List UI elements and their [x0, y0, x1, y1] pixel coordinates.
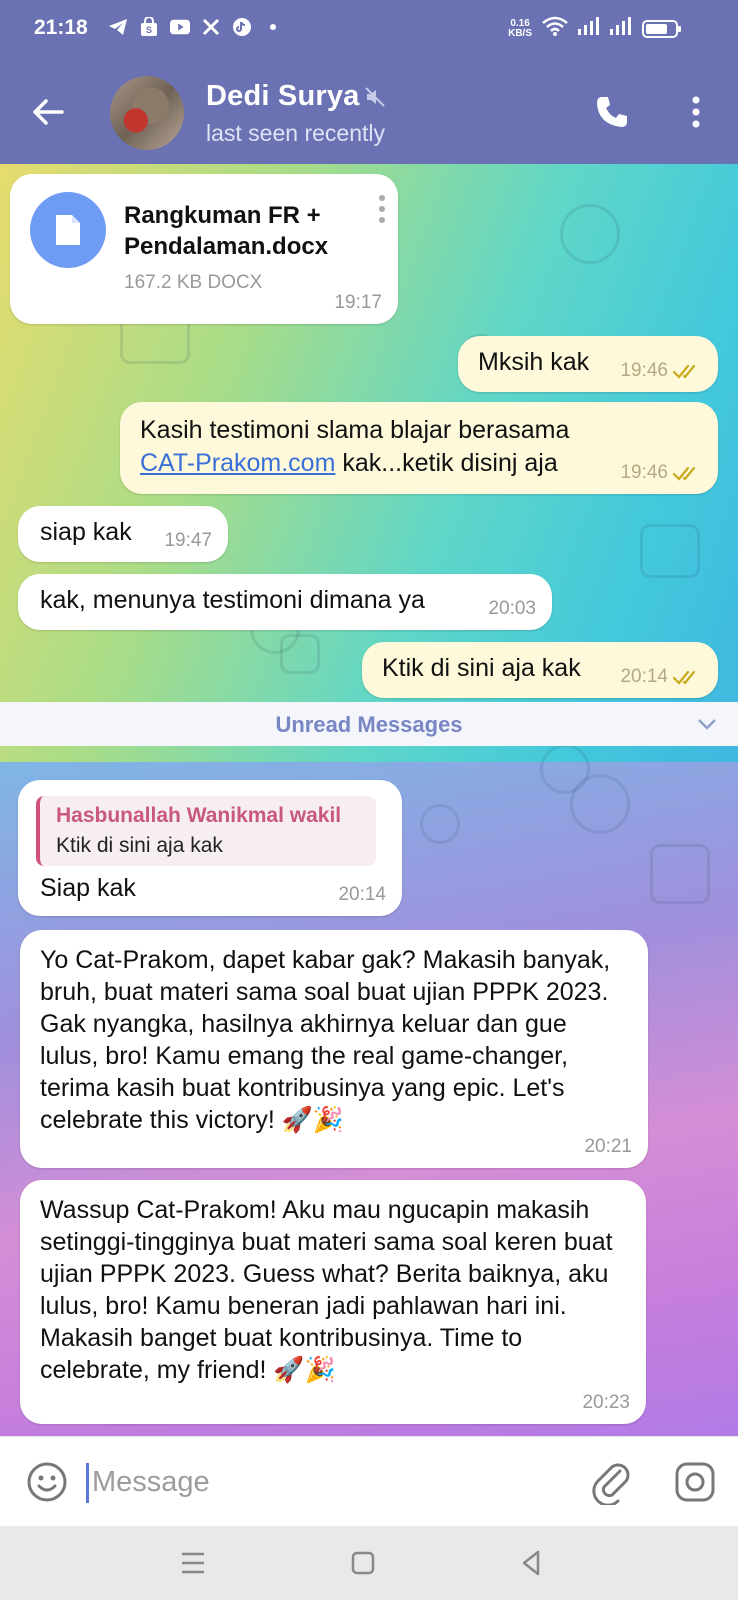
status-time: 21:18 [34, 16, 88, 39]
outgoing-message-bubble[interactable]: Kasih testimoni slama blajar berasama CA… [120, 402, 718, 494]
message-text: siap kak [40, 518, 132, 546]
background-doodle [420, 804, 460, 844]
network-speed-unit: KB/S [508, 27, 532, 39]
more-notifications-dot-icon [263, 17, 283, 37]
message-meta: 19:17 [334, 292, 382, 314]
back-nav-icon[interactable] [512, 1544, 550, 1582]
document-file-icon[interactable] [30, 192, 106, 268]
quoted-text: Ktik di sini aja kak [56, 834, 223, 857]
incoming-message-bubble[interactable]: siap kak 19:47 [18, 506, 228, 562]
message-meta: 19:46 [620, 462, 702, 484]
network-speed: 0.16 KB/S [508, 17, 532, 39]
back-arrow-icon[interactable] [28, 92, 68, 132]
message-time: 19:47 [164, 530, 212, 551]
file-name-line-1: Rangkuman FR + [124, 202, 321, 229]
message-time: 20:14 [338, 884, 386, 905]
incoming-message-bubble[interactable]: kak, menunya testimoni dimana ya 20:03 [18, 574, 552, 630]
youtube-icon [170, 17, 190, 37]
incoming-message-bubble[interactable]: Yo Cat-Prakom, dapet kabar gak? Makasih … [20, 930, 648, 1168]
background-doodle [280, 634, 320, 674]
wifi-icon [542, 16, 568, 41]
background-doodle [650, 844, 710, 904]
contact-last-seen: last seen recently [206, 120, 385, 146]
message-input-bar [0, 1436, 738, 1526]
signal-2-icon [610, 17, 632, 40]
message-line-1: Kasih testimoni slama blajar berasama [140, 416, 570, 444]
message-time: 19:46 [620, 462, 668, 483]
notification-icons: S [108, 17, 283, 37]
message-meta: 20:14 [620, 666, 702, 688]
recent-apps-icon[interactable] [174, 1544, 212, 1582]
phone-call-icon[interactable] [594, 94, 630, 130]
read-receipt-icon [672, 670, 696, 685]
read-receipt-icon [672, 364, 696, 379]
file-size: 167.2 KB DOCX [124, 272, 263, 293]
background-doodle [640, 524, 700, 578]
shop-bag-icon: S [139, 17, 159, 37]
outgoing-message-bubble[interactable]: Mksih kak 19:46 [458, 336, 718, 392]
website-link[interactable]: CAT-Prakom.com [140, 449, 335, 477]
text-cursor [86, 1463, 89, 1503]
telegram-icon [108, 17, 128, 37]
svg-text:S: S [146, 25, 152, 35]
message-time: 20:03 [488, 598, 536, 619]
more-options-icon[interactable] [684, 94, 708, 130]
message-text: kak, menunya testimoni dimana ya [40, 586, 425, 614]
message-text: Yo Cat-Prakom, dapet kabar gak? Makasih … [40, 946, 611, 1134]
chevron-down-icon[interactable] [696, 714, 718, 734]
system-status-icons: 0.16 KB/S [508, 16, 681, 41]
home-icon[interactable] [344, 1544, 382, 1582]
file-name[interactable]: Rangkuman FR + Pendalaman.docx [124, 200, 364, 262]
x-icon [201, 17, 221, 37]
read-receipt-icon [672, 466, 696, 481]
message-time: 20:23 [582, 1392, 630, 1413]
signal-1-icon [578, 17, 600, 40]
file-menu-icon[interactable] [378, 194, 386, 224]
camera-icon[interactable] [674, 1461, 716, 1503]
quoted-sender-name: Hasbunallah Wanikmal wakil [56, 804, 342, 827]
battery-icon [642, 19, 681, 38]
message-text: Mksih kak [478, 348, 590, 376]
background-doodle [570, 774, 630, 834]
message-time: 20:21 [584, 1136, 632, 1157]
message-time: 19:17 [334, 292, 382, 313]
system-navigation-bar [0, 1526, 738, 1600]
incoming-message-bubble[interactable]: Wassup Cat-Prakom! Aku mau ngucapin maka… [20, 1180, 646, 1424]
muted-icon [365, 87, 385, 107]
message-text: Wassup Cat-Prakom! Aku mau ngucapin maka… [40, 1196, 613, 1384]
background-doodle [560, 204, 620, 264]
message-time: 19:46 [620, 360, 668, 381]
status-bar: 21:18 S 0.16 KB/S [0, 0, 738, 56]
quoted-reply[interactable]: Hasbunallah Wanikmal wakil Ktik di sini … [36, 796, 376, 866]
tiktok-icon [232, 17, 252, 37]
message-text: Siap kak [40, 874, 136, 902]
contact-name[interactable]: Dedi Surya [206, 80, 360, 113]
message-meta: 19:47 [164, 530, 212, 552]
message-meta: 19:46 [620, 360, 702, 382]
battery-fill [646, 23, 667, 34]
message-meta: 20:23 [582, 1392, 630, 1414]
network-speed-value: 0.16 [510, 17, 530, 29]
message-line-2: CAT-Prakom.com kak...ketik disinj aja [140, 447, 569, 480]
incoming-reply-message-bubble[interactable]: Hasbunallah Wanikmal wakil Ktik di sini … [18, 780, 402, 916]
unread-messages-divider: Unread Messages [0, 702, 738, 746]
file-name-line-2: Pendalaman.docx [124, 233, 329, 260]
message-input[interactable] [92, 1459, 562, 1505]
message-line-2-text: kak...ketik disinj aja [335, 449, 558, 477]
unread-messages-label: Unread Messages [275, 712, 463, 737]
contact-avatar[interactable] [110, 76, 184, 150]
message-text: Kasih testimoni slama blajar berasama CA… [140, 414, 569, 480]
message-meta: 20:14 [338, 884, 386, 906]
outgoing-message-bubble[interactable]: Ktik di sini aja kak 20:14 [362, 642, 718, 698]
attach-paperclip-icon[interactable] [590, 1457, 634, 1505]
message-time: 20:14 [620, 666, 668, 687]
chat-header: Dedi Surya last seen recently [0, 56, 738, 164]
message-text: Ktik di sini aja kak [382, 654, 581, 682]
chat-area[interactable]: Rangkuman FR + Pendalaman.docx 167.2 KB … [0, 164, 738, 1436]
message-meta: 20:03 [488, 598, 536, 620]
file-message-bubble[interactable]: Rangkuman FR + Pendalaman.docx 167.2 KB … [10, 174, 398, 324]
message-meta: 20:21 [584, 1136, 632, 1158]
emoji-icon[interactable] [26, 1461, 68, 1503]
